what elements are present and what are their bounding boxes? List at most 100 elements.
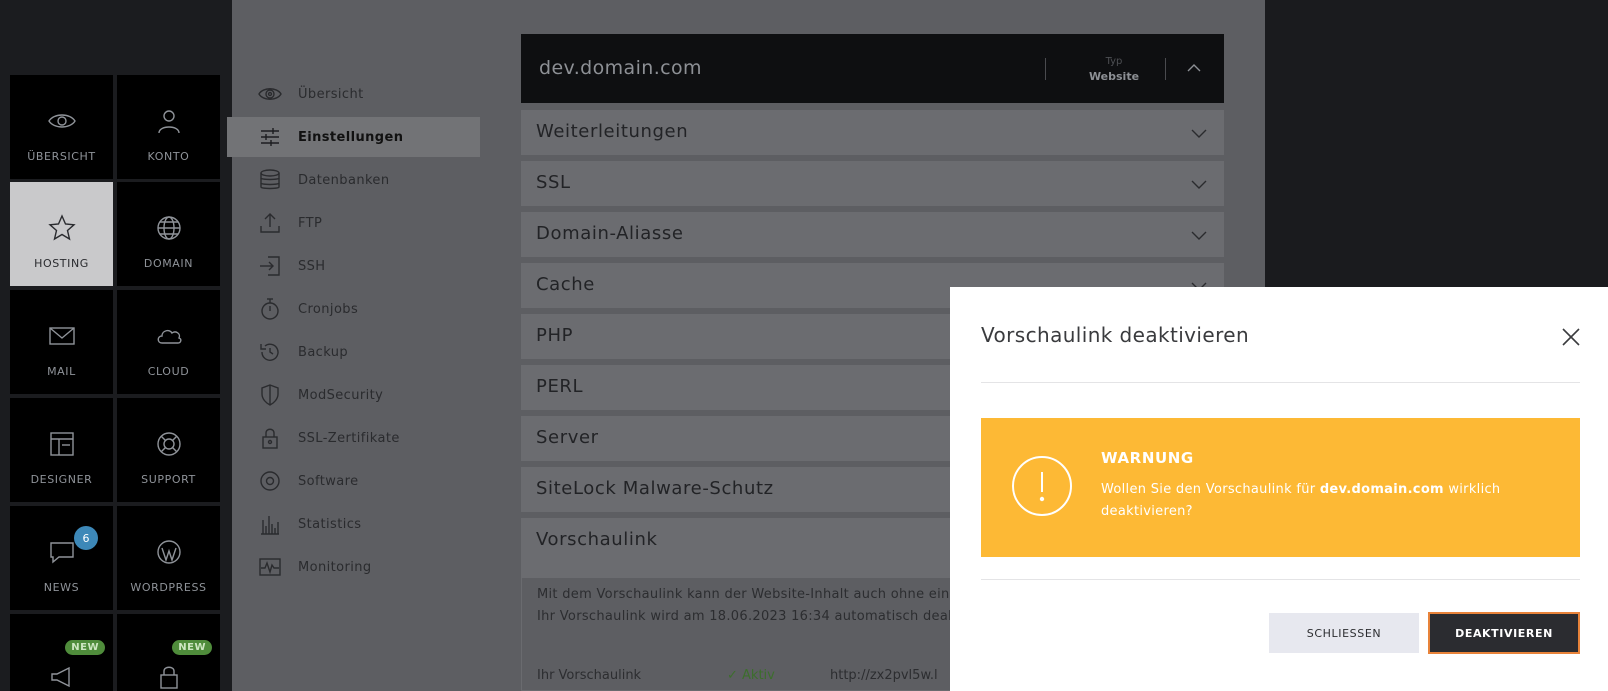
- menu-item-overview[interactable]: Übersicht: [232, 74, 480, 114]
- preview-link-label: Ihr Vorschaulink: [537, 668, 642, 683]
- accordion-label: Vorschaulink: [536, 529, 658, 550]
- warning-title: WARNUNG: [1101, 449, 1194, 467]
- accordion-label: PERL: [536, 376, 584, 397]
- menu-label: Backup: [298, 344, 349, 360]
- close-button[interactable]: SCHLIESSEN: [1269, 613, 1419, 653]
- dialog-title: Vorschaulink deaktivieren: [981, 323, 1250, 347]
- tile-label: DOMAIN: [143, 257, 194, 270]
- tile-marketing[interactable]: NEW: [10, 614, 113, 691]
- type-value: Website: [1088, 70, 1140, 83]
- menu-item-software[interactable]: Software: [232, 461, 480, 501]
- hosting-menu: Übersicht Einstellungen Datenbanken FTP …: [227, 0, 480, 691]
- menu-item-ssh[interactable]: SSH: [232, 246, 480, 286]
- menu-label: SSL-Zertifikate: [298, 430, 400, 446]
- stopwatch-icon: [261, 298, 279, 320]
- accordion-label: Domain-Aliasse: [536, 223, 684, 244]
- tile-label: KONTO: [147, 150, 190, 163]
- globe-icon: [156, 216, 181, 240]
- database-icon: [260, 169, 280, 190]
- menu-item-backup[interactable]: Backup: [232, 332, 480, 372]
- warning-box: WARNUNG Wollen Sie den Vorschaulink für …: [981, 418, 1580, 557]
- deactivate-preview-dialog: Vorschaulink deaktivieren WARNUNG Wollen…: [950, 287, 1608, 691]
- warning-text-pre: Wollen Sie den Vorschaulink für: [1101, 482, 1320, 497]
- accordion-label: PHP: [536, 325, 574, 346]
- chevron-up-icon[interactable]: [1186, 60, 1202, 76]
- new-badge: NEW: [65, 640, 105, 655]
- exclamation-icon: [1012, 456, 1072, 516]
- menu-item-monitoring[interactable]: Monitoring: [232, 547, 480, 587]
- tile-wordpress[interactable]: WORDPRESS: [117, 506, 220, 610]
- divider: [1045, 58, 1046, 80]
- preview-expiry-text: Ihr Vorschaulink wird am 18.06.2023 16:3…: [537, 609, 956, 624]
- tile-label: NEWS: [43, 581, 80, 594]
- chevron-down-icon: [1191, 180, 1207, 189]
- menu-item-statistics[interactable]: Statistics: [232, 504, 480, 544]
- divider: [981, 382, 1580, 383]
- tile-mail[interactable]: MAIL: [10, 290, 113, 394]
- tile-domain[interactable]: DOMAIN: [117, 182, 220, 286]
- menu-item-settings[interactable]: Einstellungen: [227, 117, 480, 157]
- accordion-label: Server: [536, 427, 599, 448]
- tile-hosting[interactable]: HOSTING: [10, 182, 113, 286]
- menu-label: Datenbanken: [298, 172, 390, 188]
- accordion-label: SSL: [536, 172, 571, 193]
- pulse-icon: [259, 558, 281, 576]
- menu-label: Einstellungen: [298, 129, 404, 145]
- main-navigation: ÜBERSICHT KONTO HOSTING DOMAIN MAIL CLOU…: [0, 0, 232, 691]
- tile-label: MAIL: [47, 365, 76, 378]
- menu-item-modsecurity[interactable]: ModSecurity: [232, 375, 480, 415]
- domain-header[interactable]: dev.domain.com Typ Website: [521, 34, 1224, 103]
- upload-icon: [260, 213, 280, 233]
- tile-security[interactable]: NEW: [117, 614, 220, 691]
- type-label: Typ: [1105, 56, 1123, 67]
- menu-item-cronjobs[interactable]: Cronjobs: [232, 289, 480, 329]
- menu-label: Cronjobs: [298, 301, 359, 317]
- tile-label: ÜBERSICHT: [27, 150, 96, 163]
- notification-badge: 6: [74, 526, 98, 550]
- tile-support[interactable]: SUPPORT: [117, 398, 220, 502]
- preview-link-url[interactable]: http://zx2pvl5w.l: [830, 668, 938, 683]
- preview-description: Mit dem Vorschaulink kann der Website-In…: [537, 587, 950, 602]
- tile-news[interactable]: 6 NEWS: [10, 506, 113, 610]
- sliders-icon: [261, 128, 279, 146]
- tile-account[interactable]: KONTO: [117, 75, 220, 179]
- accordion-label: Weiterleitungen: [536, 121, 689, 142]
- tile-label: SUPPORT: [141, 473, 196, 486]
- mail-icon: [48, 327, 75, 345]
- user-icon: [157, 110, 180, 134]
- accordion-ssl[interactable]: SSL: [521, 161, 1224, 206]
- new-badge: NEW: [172, 640, 212, 655]
- tile-label: DESIGNER: [30, 473, 93, 486]
- tile-overview[interactable]: ÜBERSICHT: [10, 75, 113, 179]
- shield-icon: [261, 384, 279, 406]
- close-icon[interactable]: [1561, 327, 1581, 347]
- deactivate-button[interactable]: DEAKTIVIEREN: [1428, 612, 1580, 654]
- warning-domain: dev.domain.com: [1319, 482, 1444, 497]
- menu-item-databases[interactable]: Datenbanken: [232, 160, 480, 200]
- accordion-redirects[interactable]: Weiterleitungen: [521, 110, 1224, 155]
- chat-icon: [49, 542, 74, 564]
- layout-icon: [49, 432, 74, 456]
- lock-icon: [262, 428, 278, 449]
- menu-label: Übersicht: [298, 86, 364, 102]
- eye-icon: [47, 114, 76, 128]
- login-icon: [260, 256, 280, 276]
- megaphone-icon: [50, 666, 70, 688]
- menu-label: SSH: [298, 258, 326, 274]
- accordion-label: SiteLock Malware-Schutz: [536, 478, 774, 499]
- cloud-icon: [157, 329, 181, 344]
- menu-label: Monitoring: [298, 559, 372, 575]
- menu-label: ModSecurity: [298, 387, 384, 403]
- disc-icon: [260, 471, 280, 491]
- menu-label: Software: [298, 473, 359, 489]
- accordion-label: Cache: [536, 274, 595, 295]
- bar-chart-icon: [261, 516, 279, 535]
- menu-item-ftp[interactable]: FTP: [232, 203, 480, 243]
- tile-designer[interactable]: DESIGNER: [10, 398, 113, 502]
- divider: [1165, 58, 1166, 80]
- menu-item-ssl-certificates[interactable]: SSL-Zertifikate: [232, 418, 480, 458]
- menu-label: Statistics: [298, 516, 362, 532]
- wordpress-icon: [156, 540, 181, 564]
- tile-cloud[interactable]: CLOUD: [117, 290, 220, 394]
- accordion-domain-aliases[interactable]: Domain-Aliasse: [521, 212, 1224, 257]
